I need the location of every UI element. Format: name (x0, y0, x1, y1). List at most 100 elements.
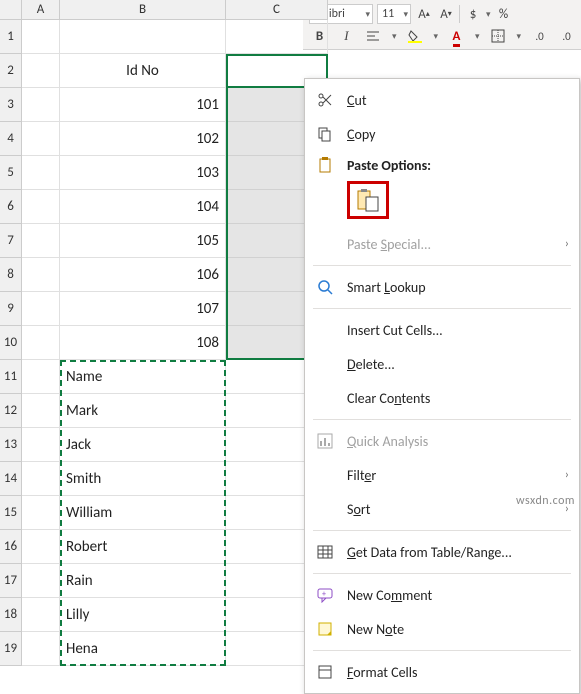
separator (313, 265, 571, 266)
table-icon (315, 544, 335, 560)
ctx-delete[interactable]: Delete... (305, 347, 579, 381)
quick-analysis-icon (315, 433, 335, 449)
cell-name[interactable]: Robert (60, 530, 226, 564)
col-header-c[interactable]: C (226, 0, 328, 20)
row-header[interactable]: 18 (0, 598, 22, 632)
cell[interactable] (22, 530, 60, 564)
row-header[interactable]: 10 (0, 326, 22, 360)
cell-idno-header[interactable]: Id No (60, 54, 226, 88)
cell[interactable] (60, 20, 226, 54)
insert-cut-label: Insert Cut Cells... (347, 322, 569, 339)
cell[interactable] (22, 190, 60, 224)
cell-id[interactable]: 105 (60, 224, 226, 258)
quick-analysis-label: Quick Analysis (347, 433, 569, 450)
format-icon (315, 664, 335, 680)
col-header-a[interactable]: A (22, 0, 60, 20)
cell-name[interactable]: Jack (60, 428, 226, 462)
ctx-paste-buttons (305, 179, 579, 227)
row-header[interactable]: 6 (0, 190, 22, 224)
ctx-get-data[interactable]: Get Data from Table/Range... (305, 535, 579, 569)
clear-contents-label: Clear Contents (347, 390, 569, 407)
row-header[interactable]: 17 (0, 564, 22, 598)
ctx-insert-cut-cells[interactable]: Insert Cut Cells... (305, 313, 579, 347)
delete-label: Delete... (347, 356, 569, 373)
cell[interactable] (22, 564, 60, 598)
cell[interactable] (22, 632, 60, 666)
paste-special-label: Paste Special... (347, 236, 553, 253)
cell-id[interactable]: 101 (60, 88, 226, 122)
cell-name[interactable]: Smith (60, 462, 226, 496)
smart-lookup-label: Smart Lookup (347, 279, 569, 296)
ctx-format-cells[interactable]: Format Cells (305, 655, 579, 689)
cell-id[interactable]: 103 (60, 156, 226, 190)
cell[interactable] (226, 20, 328, 54)
row-header[interactable]: 12 (0, 394, 22, 428)
row-header[interactable]: 9 (0, 292, 22, 326)
separator (313, 308, 571, 309)
cell[interactable] (22, 292, 60, 326)
cell-id[interactable]: 108 (60, 326, 226, 360)
scissors-icon (315, 92, 335, 108)
cell[interactable] (22, 360, 60, 394)
cell[interactable] (22, 326, 60, 360)
row-header[interactable]: 2 (0, 54, 22, 88)
ctx-paste-special: Paste Special... › (305, 227, 579, 261)
row-header[interactable]: 13 (0, 428, 22, 462)
ctx-new-comment[interactable]: + New Comment (305, 578, 579, 612)
select-all-corner[interactable] (0, 0, 22, 20)
row-header[interactable]: 7 (0, 224, 22, 258)
ctx-smart-lookup[interactable]: Smart Lookup (305, 270, 579, 304)
separator (313, 419, 571, 420)
new-note-label: New Note (347, 621, 569, 638)
cell[interactable] (22, 20, 60, 54)
paste-options-label: Paste Options: (347, 157, 569, 174)
cell-name[interactable]: Name (60, 360, 226, 394)
ctx-copy[interactable]: Copy (305, 117, 579, 151)
row-header[interactable]: 14 (0, 462, 22, 496)
ctx-copy-label: Copy (347, 126, 569, 143)
row-header[interactable]: 1 (0, 20, 22, 54)
clipboard-icon (315, 157, 335, 173)
ctx-cut[interactable]: Cut (305, 83, 579, 117)
chevron-right-icon: › (565, 237, 569, 251)
cell[interactable] (22, 224, 60, 258)
cell-id[interactable]: 107 (60, 292, 226, 326)
cell[interactable] (22, 496, 60, 530)
ctx-new-note[interactable]: New Note (305, 612, 579, 646)
col-header-b[interactable]: B (60, 0, 226, 20)
cell[interactable] (22, 258, 60, 292)
row-header[interactable]: 4 (0, 122, 22, 156)
row-header[interactable]: 11 (0, 360, 22, 394)
cell[interactable] (22, 122, 60, 156)
row-header[interactable]: 5 (0, 156, 22, 190)
cell[interactable] (22, 462, 60, 496)
cell-name[interactable]: Rain (60, 564, 226, 598)
cell[interactable] (22, 428, 60, 462)
ctx-cut-label: Cut (347, 92, 569, 109)
cell-name[interactable]: Mark (60, 394, 226, 428)
cell-name[interactable]: Lilly (60, 598, 226, 632)
cell-id[interactable]: 104 (60, 190, 226, 224)
row-header[interactable]: 8 (0, 258, 22, 292)
row-header[interactable]: 15 (0, 496, 22, 530)
paste-button-highlighted[interactable] (347, 181, 389, 219)
ctx-clear-contents[interactable]: Clear Contents (305, 381, 579, 415)
comment-icon: + (315, 587, 335, 603)
cell[interactable] (22, 88, 60, 122)
cell-name[interactable]: Hena (60, 632, 226, 666)
row-header[interactable]: 16 (0, 530, 22, 564)
row-header[interactable]: 19 (0, 632, 22, 666)
cell[interactable] (22, 394, 60, 428)
cell-id[interactable]: 102 (60, 122, 226, 156)
row-header[interactable]: 3 (0, 88, 22, 122)
watermark: wsxdn.com (516, 494, 575, 508)
get-data-label: Get Data from Table/Range... (347, 544, 569, 561)
ctx-paste-options-header: Paste Options: (305, 151, 579, 179)
cell[interactable] (22, 54, 60, 88)
ctx-filter[interactable]: Filter › (305, 458, 579, 492)
cell-name[interactable]: William (60, 496, 226, 530)
cell[interactable] (22, 598, 60, 632)
cell-id[interactable]: 106 (60, 258, 226, 292)
format-cells-label: Format Cells (347, 664, 569, 681)
cell[interactable] (22, 156, 60, 190)
